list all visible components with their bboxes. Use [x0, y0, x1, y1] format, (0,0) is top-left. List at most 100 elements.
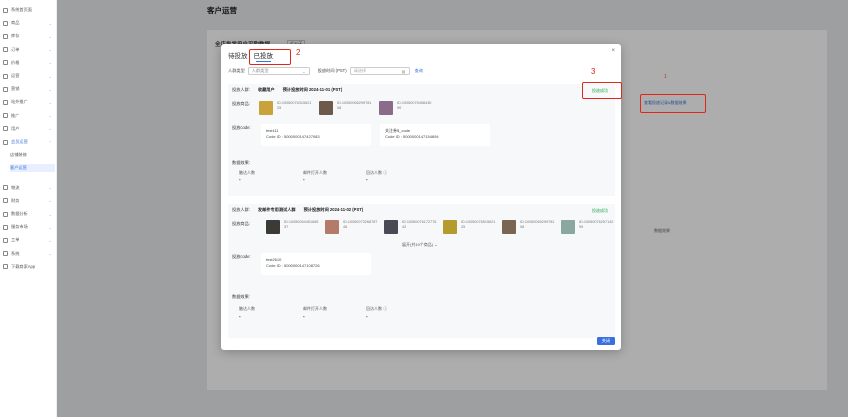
sidebar-item-label: 订单 — [11, 46, 20, 52]
close-icon[interactable]: × — [611, 48, 615, 54]
sidebar-item[interactable]: 店铺装修 — [10, 151, 55, 159]
query-button[interactable]: 查询 — [415, 68, 423, 74]
product-item[interactable]: ID:1005006529978108 — [319, 101, 373, 115]
sidebar-item-label: 店铺装修 — [10, 152, 27, 158]
metric-label: 回访人数 ⓘ — [366, 306, 388, 311]
sidebar: 系统首页面 商品 ⌄ 库存 ⌄ 订单 ⌄ 价格 ⌄ 运营 ⌄ 营销 ⌄ 站外推广 ⌄ 推广 ⌄ 用户 ⌄ 会员运营 ⌃ 店… — [0, 0, 57, 417]
product-id: ID:1005007625714299 — [579, 220, 614, 229]
sidebar-item[interactable]: 库存 ⌄ — [3, 32, 55, 40]
menu-icon — [3, 73, 8, 79]
sidebar-item[interactable]: 系统 ⌄ — [3, 250, 55, 258]
data-effect-area: 数据效果: 触达人数 - 邮件打开人数 - 回访人数 ⓘ - — [228, 290, 615, 338]
metric-label: 回访人数 ⓘ — [366, 170, 388, 175]
product-item[interactable]: ID:1005007631562125 — [259, 101, 313, 115]
sidebar-item[interactable]: 服务市场 ⌄ — [3, 223, 55, 231]
placement-card: 投放人群: 收藏用户 预计投放时间 2024-11-01 (PST) 投放成功 … — [228, 84, 615, 196]
placement-time-picker[interactable]: 请选择 ▦ — [349, 67, 410, 75]
menu-icon — [3, 20, 8, 26]
chevron-icon: ⌄ — [48, 126, 52, 132]
sidebar-item[interactable]: 商品 ⌄ — [3, 19, 55, 27]
product-id: ID:1005006529978108 — [337, 101, 372, 110]
menu-icon — [3, 185, 8, 191]
chevron-icon: ⌄ — [48, 185, 52, 191]
menu-icon — [3, 86, 8, 92]
sidebar-item-label: 商品 — [11, 20, 20, 26]
sidebar-item-label: 用户 — [11, 125, 20, 131]
menu-icon — [3, 237, 8, 243]
chevron-icon: ⌄ — [48, 113, 52, 119]
sidebar-item[interactable]: 工单 ⌄ — [3, 236, 55, 244]
menu-icon — [3, 113, 8, 119]
sidebar-item-label: 运营 — [11, 73, 20, 78]
chevron-icon: ⌄ — [48, 86, 52, 92]
products-label: 投放商品: — [232, 221, 250, 226]
menu-icon — [3, 60, 8, 66]
menu-icon — [3, 139, 8, 145]
data-effect-label: 数据效果: — [232, 160, 250, 165]
filter-bar: 人群类型 人群类型 ⌄ 投放时间 (PST) 请选择 ▦ 查询 — [228, 67, 423, 75]
product-item[interactable]: ID:1005007651562125 — [443, 220, 497, 234]
sidebar-item-label: 服务市场 — [11, 224, 28, 230]
code-id: Code ID : 5000000147427083 — [266, 133, 320, 139]
sidebar-item[interactable]: 站外推广 ⌄ — [3, 98, 55, 106]
sidebar-item-label: 数据分析 — [11, 211, 28, 216]
tab-pending[interactable]: 待投放 — [228, 50, 248, 60]
crowd-type-placeholder: 人群类型 — [251, 68, 269, 73]
code-item: 关注券$_code Code ID : 5000000147154694 — [380, 124, 490, 146]
crowd-label: 投放人群: — [232, 87, 250, 92]
placement-records-modal: 待投放 已投放 × 人群类型 人群类型 ⌄ 投放时间 (PST) 请选择 ▦ 查询 … — [221, 44, 621, 350]
chevron-icon: ⌄ — [48, 99, 52, 105]
metric-value: - — [239, 314, 241, 320]
product-item[interactable]: ID:1005007625714299 — [561, 220, 615, 234]
sidebar-item[interactable]: 订单 ⌄ — [3, 46, 55, 54]
sidebar-item[interactable]: 营销 ⌄ — [3, 85, 55, 93]
metric-value: - — [303, 314, 305, 320]
annotation-number: 3 — [591, 67, 596, 76]
product-id: ID:1005006529978108 — [520, 220, 555, 229]
product-item[interactable]: ID:1005007545843090 — [379, 101, 433, 115]
chevron-icon: ⌄ — [48, 237, 52, 243]
sidebar-item-label: 推广 — [11, 112, 20, 118]
expand-products-button[interactable]: 展开(共19个商品) ⌄ — [402, 242, 438, 248]
time-placeholder: 请选择 — [353, 68, 367, 73]
crowd-type-select[interactable]: 人群类型 ⌄ — [247, 67, 310, 75]
sidebar-item-label: 物流 — [11, 184, 20, 190]
menu-icon — [3, 198, 8, 204]
product-id: ID:1005007545843090 — [397, 101, 432, 110]
product-id: ID:1005005445166537 — [284, 220, 319, 229]
sidebar-item[interactable]: 财务 ⌄ — [3, 197, 55, 205]
sidebar-item[interactable]: 运营 ⌄ — [3, 72, 55, 80]
metric-label: 邮件打开人数 — [303, 170, 327, 175]
sidebar-item-label: 会员运营 — [11, 139, 28, 144]
products-label: 投放商品: — [232, 101, 250, 106]
product-thumbnail — [319, 101, 333, 115]
placement-time-label: 投放时间 (PST) — [317, 68, 347, 73]
sidebar-item[interactable]: 物流 ⌄ — [3, 184, 55, 192]
chevron-icon: ⌄ — [48, 20, 52, 26]
sidebar-item[interactable]: 用户 ⌄ — [3, 125, 55, 133]
product-thumbnail — [379, 101, 393, 115]
chevron-icon: ⌄ — [48, 224, 52, 230]
chevron-icon: ⌄ — [48, 211, 52, 217]
product-id: ID:1005007617277642 — [402, 220, 437, 229]
sidebar-item[interactable]: 会员运营 ⌃ — [3, 138, 55, 146]
sidebar-item[interactable]: 价格 ⌄ — [3, 59, 55, 67]
metric-label: 触达人数 — [239, 170, 255, 175]
sidebar-item[interactable]: 下载商家App — [3, 263, 55, 271]
chevron-icon: ⌄ — [48, 251, 52, 257]
product-item[interactable]: ID:1005005445166537 — [266, 220, 320, 234]
metric-label: 邮件打开人数 — [303, 306, 327, 311]
sidebar-item[interactable]: 客户运营 — [10, 164, 55, 173]
status-badge: 投放成功 — [592, 208, 608, 213]
product-thumbnail — [384, 220, 398, 234]
close-button[interactable]: 关闭 — [597, 337, 615, 345]
product-item[interactable]: ID:1005007617277642 — [384, 220, 438, 234]
product-item[interactable]: ID:1005007326878746 — [325, 220, 379, 234]
placement-time: 预计投放时间 2024-11-02 (PST) — [303, 207, 364, 212]
sidebar-item[interactable]: 数据分析 ⌄ — [3, 210, 55, 218]
sidebar-item-label: 营销 — [11, 86, 20, 92]
sidebar-item[interactable]: 推广 ⌄ — [3, 112, 55, 120]
chevron-icon: ⌄ — [48, 33, 52, 39]
product-item[interactable]: ID:1005006529978108 — [502, 220, 556, 234]
sidebar-item[interactable]: 系统首页面 — [3, 6, 55, 14]
